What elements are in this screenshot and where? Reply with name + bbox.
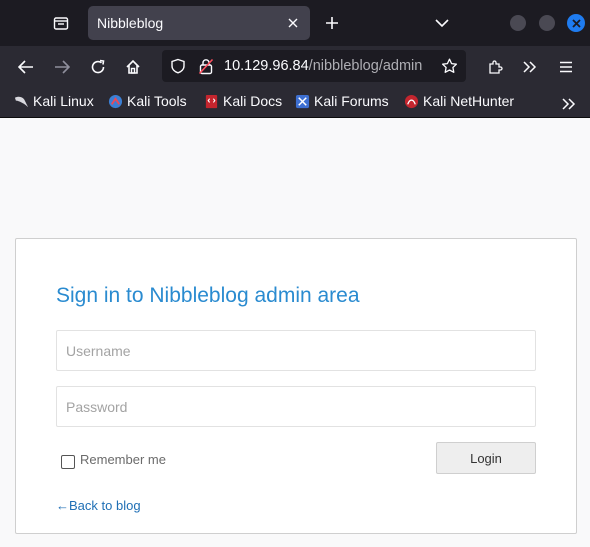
plus-icon xyxy=(326,17,338,29)
new-tab-button[interactable] xyxy=(318,11,346,35)
tab-title: Nibbleblog xyxy=(97,15,164,31)
login-panel: Sign in to Nibbleblog admin area Remembe… xyxy=(15,238,577,534)
kali-forums-icon xyxy=(295,94,310,108)
reload-icon xyxy=(91,59,105,74)
window-close-button[interactable] xyxy=(567,14,585,32)
bookmark-kali-tools[interactable]: Kali Tools xyxy=(108,93,187,109)
remember-me-checkbox[interactable] xyxy=(61,455,75,469)
remember-me[interactable]: Remember me xyxy=(61,449,166,469)
navigation-toolbar: 10.129.96.84/nibbleblog/admin xyxy=(0,46,590,86)
bookmark-kali-nethunter[interactable]: Kali NetHunter xyxy=(404,93,514,109)
back-to-blog-link[interactable]: ←Back to blog xyxy=(56,498,141,513)
tab-bar: Nibbleblog xyxy=(0,0,590,46)
kali-docs-icon xyxy=(205,94,218,108)
username-input[interactable] xyxy=(56,330,536,371)
chevron-down-icon xyxy=(435,19,449,28)
url-path: /nibbleblog/admin xyxy=(308,58,423,74)
home-button[interactable] xyxy=(120,54,146,80)
reload-button[interactable] xyxy=(85,54,111,80)
bookmark-label: Kali NetHunter xyxy=(423,93,515,109)
puzzle-icon xyxy=(489,60,503,74)
overflow-menu-button[interactable] xyxy=(517,54,543,80)
double-chevron-right-icon xyxy=(523,61,537,73)
arrow-right-icon xyxy=(55,60,70,74)
firefox-view-icon xyxy=(53,17,69,30)
insecure-lock-icon[interactable] xyxy=(198,58,214,75)
kali-tools-icon xyxy=(108,94,123,108)
bookmark-label: Kali Forums xyxy=(314,93,389,109)
kali-nethunter-icon xyxy=(404,94,419,108)
shield-icon[interactable] xyxy=(170,58,186,74)
hamburger-menu-icon xyxy=(560,61,572,73)
bookmark-kali-docs[interactable]: Kali Docs xyxy=(204,93,282,109)
url-host: 10.129.96.84 xyxy=(224,58,309,74)
bookmark-star-icon[interactable] xyxy=(441,58,458,74)
double-chevron-right-icon xyxy=(562,98,576,110)
bookmark-label: Kali Tools xyxy=(127,93,187,109)
login-title: Sign in to Nibbleblog admin area xyxy=(56,284,360,307)
firefox-view-button[interactable] xyxy=(44,11,78,35)
page-content: Sign in to Nibbleblog admin area Remembe… xyxy=(0,118,590,547)
window-maximize-button[interactable] xyxy=(539,15,555,31)
list-all-tabs-button[interactable] xyxy=(428,11,456,35)
bookmark-kali-linux[interactable]: Kali Linux xyxy=(14,93,94,109)
url-bar[interactable]: 10.129.96.84/nibbleblog/admin xyxy=(162,50,466,82)
arrow-left-icon xyxy=(18,60,33,74)
tab-nibbleblog[interactable]: Nibbleblog xyxy=(88,6,310,40)
close-icon xyxy=(288,18,298,28)
url-text[interactable]: 10.129.96.84/nibbleblog/admin xyxy=(224,58,434,74)
close-icon xyxy=(571,18,581,28)
back-button[interactable] xyxy=(13,54,39,80)
home-icon xyxy=(126,59,140,74)
bookmarks-toolbar: Kali Linux Kali Tools Kali Docs Kali For… xyxy=(0,86,590,118)
bookmark-label: Kali Docs xyxy=(223,93,283,109)
forward-button[interactable] xyxy=(49,54,75,80)
kali-dragon-icon xyxy=(14,96,29,107)
app-menu-button[interactable] xyxy=(553,54,579,80)
tab-close-button[interactable] xyxy=(284,14,302,32)
extensions-button[interactable] xyxy=(482,54,508,80)
bookmarks-overflow-button[interactable] xyxy=(562,95,576,114)
login-button[interactable]: Login xyxy=(436,442,536,474)
window-minimize-button[interactable] xyxy=(510,15,526,31)
bookmark-label: Kali Linux xyxy=(33,93,94,109)
bookmark-kali-forums[interactable]: Kali Forums xyxy=(295,93,389,109)
remember-me-label: Remember me xyxy=(80,451,166,467)
password-input[interactable] xyxy=(56,386,536,427)
